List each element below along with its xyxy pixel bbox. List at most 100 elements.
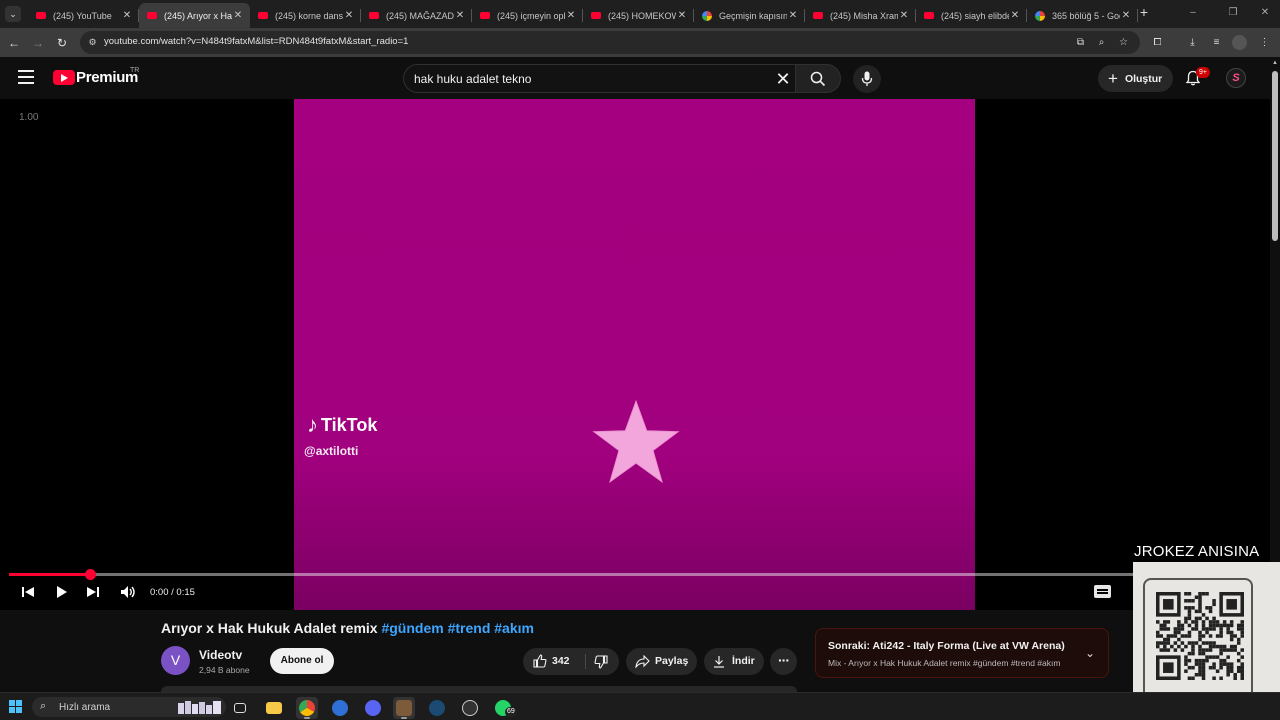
tab-close-icon[interactable]: ✕	[676, 10, 688, 21]
next-up-card[interactable]: Sonraki: Ati242 - Italy Forma (Live at V…	[815, 628, 1109, 678]
progress-bar[interactable]	[9, 569, 1261, 580]
site-info-icon[interactable]: ⚙	[86, 36, 99, 49]
tab-close-icon[interactable]: ✕	[1120, 10, 1132, 21]
youtube-icon	[591, 12, 601, 19]
chrome-button[interactable]	[296, 697, 318, 719]
zoom-icon[interactable]: ⌕	[1095, 36, 1108, 49]
tab-close-icon[interactable]: ✕	[565, 10, 577, 21]
taskbar-search[interactable]: ⌕ Hızlı arama	[32, 697, 226, 717]
channel-avatar[interactable]: V	[161, 646, 190, 675]
whatsapp-button[interactable]: 69	[492, 697, 517, 719]
youtube-premium-wordmark[interactable]: Premium	[76, 69, 138, 86]
hashtag-link[interactable]: #trend	[448, 620, 491, 636]
tab-title: (245) Arıyor x Hak Hukuk	[164, 10, 232, 21]
tiktok-watermark: ♪ TikTok	[307, 412, 377, 438]
next-up-title[interactable]: Sonraki: Ati242 - Italy Forma (Live at V…	[828, 640, 1065, 652]
omnibox[interactable]: ⚙ youtube.com/watch?v=N484t9fatxM&list=R…	[80, 31, 1140, 54]
app-button[interactable]	[459, 697, 481, 719]
folder-icon	[266, 702, 282, 714]
download-icon	[714, 656, 724, 668]
game-button[interactable]	[393, 697, 415, 719]
tab-close-icon[interactable]: ✕	[232, 10, 244, 21]
app-button[interactable]	[329, 697, 351, 719]
url-text[interactable]: youtube.com/watch?v=N484t9fatxM&list=RDN…	[104, 36, 408, 47]
volume-icon[interactable]	[119, 583, 137, 601]
tab-close-icon[interactable]: ✕	[787, 10, 799, 21]
previous-icon[interactable]	[19, 583, 37, 601]
browser-tab[interactable]: (245) YouTube ✕	[28, 3, 139, 28]
share-button[interactable]: Paylaş	[626, 648, 697, 675]
video-player[interactable]: 1.00 ♪ TikTok @axtilotti 0:00 / 0:15	[0, 99, 1270, 610]
discord-button[interactable]	[362, 697, 384, 719]
tab-search-chevron-icon[interactable]: ⌄	[5, 6, 21, 22]
tab-title: (245) YouTube	[53, 10, 112, 21]
google-icon	[702, 10, 712, 21]
windows-start-icon[interactable]	[9, 700, 22, 713]
tab-close-icon[interactable]: ✕	[121, 10, 133, 21]
tab-close-icon[interactable]: ✕	[343, 10, 355, 21]
channel-name[interactable]: Videotv	[199, 648, 242, 662]
browser-tab[interactable]: (245) Arıyor x Hak Hukuk✕	[139, 3, 250, 28]
play-icon[interactable]	[52, 583, 70, 601]
chrome-icon	[299, 700, 315, 716]
chevron-down-icon[interactable]: ⌄	[1082, 645, 1098, 661]
browser-tab[interactable]: (245) siayh elibde ✕	[916, 3, 1027, 28]
account-avatar[interactable]: S	[1226, 68, 1246, 88]
more-actions-button[interactable]: ···	[770, 648, 797, 675]
thumbs-up-icon	[533, 654, 547, 668]
browser-tab[interactable]: 365 bölüğ 5 - Goo ✕	[1027, 3, 1138, 28]
clear-search-icon[interactable]: ✕	[773, 69, 793, 89]
video-title: Arıyor x Hak Hukuk Adalet remix #gündem …	[161, 620, 534, 636]
maximize-icon[interactable]: ❐	[1226, 6, 1240, 20]
minimize-icon[interactable]: –	[1186, 6, 1200, 20]
tiktok-note-icon: ♪	[307, 412, 318, 437]
reload-button[interactable]: ↻	[54, 35, 70, 51]
youtube-logo-icon[interactable]	[53, 70, 75, 85]
browser-tab[interactable]: (245) HOMEKOW ✕	[583, 3, 694, 28]
profile-avatar[interactable]	[1232, 35, 1247, 50]
browser-tab[interactable]: (245) MAĞAZADA ✕	[361, 3, 472, 28]
browser-tab[interactable]: (245) korne dans ✕	[250, 3, 361, 28]
share-label: Paylaş	[655, 655, 689, 667]
hashtag-link[interactable]: #akım	[494, 620, 534, 636]
extensions-icon[interactable]: ⧠	[1150, 35, 1165, 50]
tab-title: 365 bölüğ 5 - Goo	[1052, 10, 1120, 21]
download-button[interactable]: İndir	[704, 648, 764, 675]
search-button[interactable]	[795, 64, 841, 93]
browser-tab[interactable]: (245) Misha Xramo✕	[805, 3, 916, 28]
tiktok-brand-text: TikTok	[321, 414, 378, 435]
media-controls-icon[interactable]: ≡	[1209, 35, 1224, 50]
scroll-up-arrow-icon[interactable]: ▲	[1272, 60, 1278, 66]
steam-button[interactable]	[426, 697, 448, 719]
file-explorer-button[interactable]	[263, 697, 285, 719]
bookmark-star-icon[interactable]: ☆	[1117, 36, 1130, 49]
new-tab-button[interactable]: +	[1136, 4, 1152, 22]
task-view-button[interactable]	[229, 697, 251, 719]
current-time: 0:00	[150, 587, 169, 598]
create-button[interactable]: + Oluştur	[1098, 65, 1173, 92]
window-close-icon[interactable]: ✕	[1258, 6, 1272, 20]
browser-tab[interactable]: (245) içmeyin ople ✕	[472, 3, 583, 28]
hamburger-menu-icon[interactable]	[18, 70, 34, 84]
video-frame[interactable]: ♪ TikTok @axtilotti	[294, 99, 975, 610]
hashtag-link[interactable]: #gündem	[381, 620, 443, 636]
like-button[interactable]: 342	[523, 648, 585, 675]
tab-close-icon[interactable]: ✕	[454, 10, 466, 21]
search-input[interactable]	[414, 65, 754, 92]
subscribe-button[interactable]: Abone ol	[270, 648, 334, 674]
forward-button[interactable]: →	[30, 35, 46, 51]
page-scroll-thumb[interactable]	[1272, 71, 1278, 241]
voice-search-button[interactable]	[853, 65, 881, 93]
qr-frame	[1143, 578, 1253, 706]
dislike-button[interactable]	[586, 648, 619, 675]
subtitles-icon[interactable]	[1094, 585, 1111, 598]
install-app-icon[interactable]: ⧉	[1074, 36, 1087, 49]
next-icon[interactable]	[84, 583, 102, 601]
back-button[interactable]: ←	[6, 35, 22, 51]
browser-menu-icon[interactable]: ⋮	[1257, 35, 1272, 50]
tab-close-icon[interactable]: ✕	[898, 10, 910, 21]
downloads-icon[interactable]: ⤓	[1185, 35, 1200, 50]
tab-close-icon[interactable]: ✕	[1009, 10, 1021, 21]
progress-scrubber-handle[interactable]	[85, 569, 96, 580]
browser-tab[interactable]: Geçmişin kapısını ✕	[694, 3, 805, 28]
